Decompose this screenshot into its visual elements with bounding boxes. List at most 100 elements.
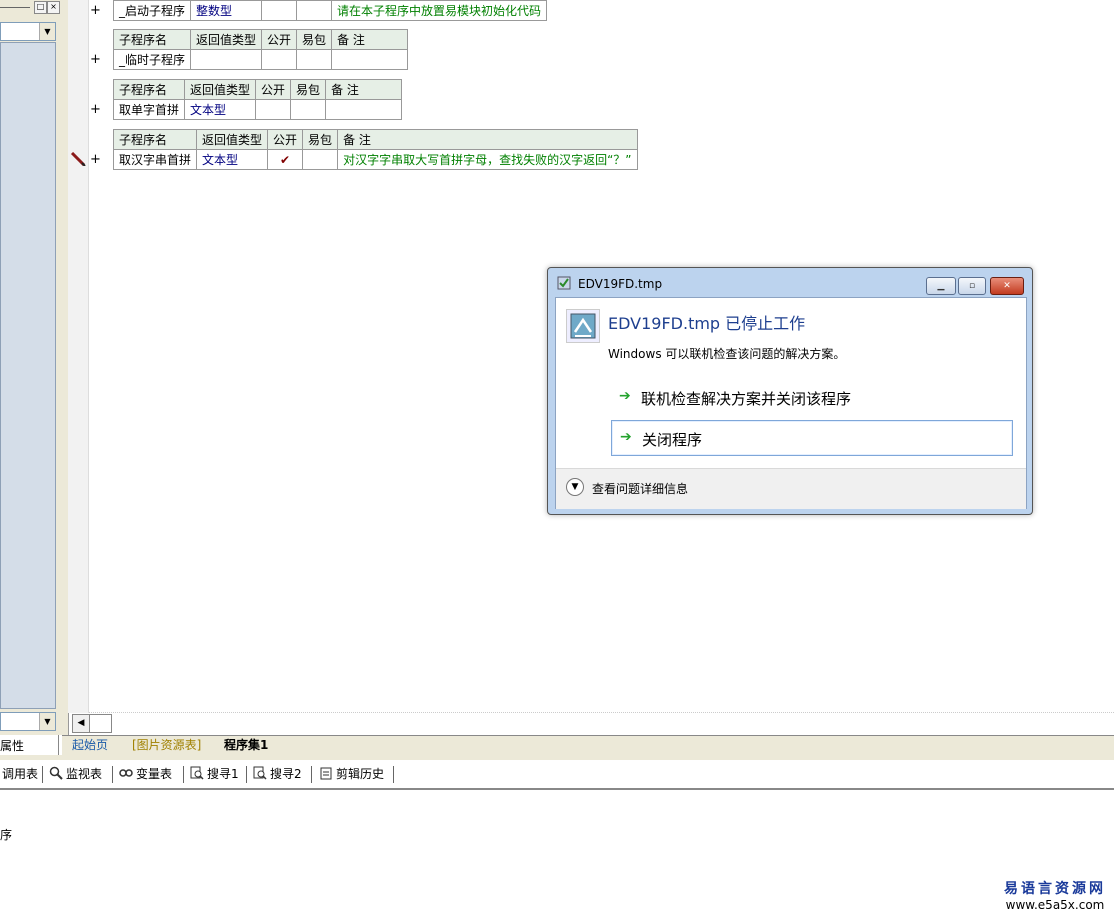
note-cell[interactable] <box>331 49 409 70</box>
maximize-button[interactable]: ▫ <box>958 277 986 295</box>
column-header: 公开 <box>261 29 298 50</box>
minimize-button[interactable]: ▁ <box>926 277 956 295</box>
error-dialog: EDV19FD.tmp ▁ ▫ ✕ EDV19FD.tmp 已停止工作 Wind… <box>547 267 1033 515</box>
chevron-down-icon[interactable]: ▼ <box>566 478 584 496</box>
tab-label: 程序集1 <box>224 738 269 752</box>
tab-watch-table[interactable]: 监视表 <box>49 766 102 783</box>
note-cell[interactable]: 对汉字字串取大写首拼字母，查找失败的汉字返回“？” <box>337 149 638 170</box>
sub-name-cell[interactable]: _启动子程序 <box>112 0 192 21</box>
expand-icon[interactable]: + <box>90 4 101 17</box>
close-panel-icon[interactable]: × <box>47 1 60 14</box>
tab-label: 剪辑历史 <box>336 767 385 781</box>
return-type-cell[interactable]: 整数型 <box>190 0 263 21</box>
easy-pkg-cell[interactable] <box>296 0 333 21</box>
watermark: 易语言资源网 www.e5a5x.com <box>1000 878 1110 912</box>
magnifier-icon <box>49 766 63 780</box>
tab-variable-table[interactable]: 变量表 <box>119 766 172 783</box>
table-row[interactable]: _临时子程序 <box>112 49 409 70</box>
tab-search-1[interactable]: 搜寻1 <box>190 766 239 783</box>
table-header-row: 子程序名 返回值类型 公开 易包 备 注 <box>112 129 638 150</box>
column-header: 返回值类型 <box>196 129 269 150</box>
expand-icon[interactable]: + <box>90 103 101 116</box>
view-details-link[interactable]: 查看问题详细信息 <box>592 480 688 497</box>
tab-clip-history[interactable]: 剪辑历史 <box>319 766 384 783</box>
tab-program-set[interactable]: 程序集1 <box>224 737 268 754</box>
editor-gutter <box>68 0 89 713</box>
column-header: 备 注 <box>325 79 403 100</box>
object-selector[interactable]: ▼ <box>0 22 56 41</box>
dialog-heading: EDV19FD.tmp 已停止工作 <box>608 314 806 333</box>
tab-label: 起始页 <box>72 738 109 752</box>
column-header: 返回值类型 <box>190 29 263 50</box>
horizontal-scrollbar[interactable]: ◀ <box>72 714 112 733</box>
chevron-down-icon[interactable]: ▼ <box>39 23 55 40</box>
expand-icon[interactable]: + <box>90 153 101 166</box>
chevron-down-icon[interactable]: ▼ <box>39 713 55 730</box>
close-button[interactable]: ✕ <box>990 277 1024 295</box>
option-label: 关闭程序 <box>642 431 703 449</box>
sub-name-cell[interactable]: 取单字首拼 <box>112 99 186 120</box>
column-header: 易包 <box>302 129 339 150</box>
tab-start-page[interactable]: 起始页 <box>72 737 108 754</box>
public-cell[interactable]: ✔ <box>267 149 304 170</box>
return-type-cell[interactable]: 文本型 <box>184 99 257 120</box>
expand-icon[interactable]: + <box>90 53 101 66</box>
tab-properties[interactable]: 属性 <box>0 735 59 755</box>
tab-image-resources[interactable]: [图片资源表] <box>132 737 201 754</box>
app-icon <box>557 276 571 290</box>
restore-panel-icon[interactable]: □ <box>34 1 47 14</box>
sub-name-cell[interactable]: 取汉字串首拼 <box>112 149 198 170</box>
edit-pencil-icon <box>70 152 86 166</box>
public-cell[interactable] <box>255 99 292 120</box>
close-program-button[interactable]: ➔ 关闭程序 <box>611 420 1013 456</box>
dialog-subtitle: Windows 可以联机检查该问题的解决方案。 <box>608 347 846 361</box>
separator <box>183 766 184 783</box>
public-cell[interactable] <box>261 49 298 70</box>
tab-call-table[interactable]: 调用表 <box>2 766 38 783</box>
column-header: 返回值类型 <box>184 79 257 100</box>
scroll-left-icon[interactable]: ◀ <box>73 715 90 732</box>
separator <box>393 766 394 783</box>
column-header: 公开 <box>255 79 292 100</box>
easy-pkg-cell[interactable] <box>296 49 333 70</box>
dialog-footer: ▼ 查看问题详细信息 <box>556 468 1026 509</box>
tab-label: 搜寻1 <box>207 767 239 781</box>
program-icon <box>566 309 600 343</box>
tab-label: 监视表 <box>66 767 103 781</box>
dialog-title: EDV19FD.tmp <box>578 277 663 291</box>
column-header: 易包 <box>290 79 327 100</box>
public-cell[interactable] <box>261 0 298 21</box>
table-row[interactable]: 取汉字串首拼 文本型 ✔ 对汉字字串取大写首拼字母，查找失败的汉字返回“？” <box>112 149 638 170</box>
watermark-url: www.e5a5x.com <box>1005 898 1105 912</box>
easy-pkg-cell[interactable] <box>290 99 327 120</box>
column-header: 子程序名 <box>112 129 198 150</box>
table-row[interactable]: _启动子程序 整数型 请在本子程序中放置易模块初始化代码 <box>112 0 548 21</box>
bottom-selector[interactable]: ▼ <box>0 712 56 731</box>
clipboard-icon <box>320 767 332 780</box>
tab-label: 搜寻2 <box>270 767 302 781</box>
tab-properties-label: 属性 <box>0 739 25 753</box>
arrow-right-icon: ➔ <box>620 429 632 445</box>
sub-name-cell[interactable]: _临时子程序 <box>112 49 192 70</box>
note-cell[interactable] <box>325 99 403 120</box>
easy-pkg-cell[interactable] <box>302 149 339 170</box>
check-online-button[interactable]: ➔ 联机检查解决方案并关闭该程序 <box>611 380 1011 414</box>
tab-label: 变量表 <box>136 767 173 781</box>
subroutine-table: 子程序名 返回值类型 公开 易包 备 注 取汉字串首拼 文本型 ✔ 对汉字字串取… <box>112 129 638 170</box>
tab-search-2[interactable]: 搜寻2 <box>253 766 302 783</box>
table-row[interactable]: 取单字首拼 文本型 <box>112 99 403 120</box>
table-header-row: 子程序名 返回值类型 公开 易包 备 注 <box>112 29 409 50</box>
column-header: 子程序名 <box>112 29 192 50</box>
property-list[interactable] <box>0 42 56 709</box>
table-header-row: 子程序名 返回值类型 公开 易包 备 注 <box>112 79 403 100</box>
column-header: 子程序名 <box>112 79 186 100</box>
separator <box>311 766 312 783</box>
return-type-cell[interactable] <box>190 49 263 70</box>
dialog-titlebar[interactable]: EDV19FD.tmp ▁ ▫ ✕ <box>548 268 1032 296</box>
note-cell[interactable]: 请在本子程序中放置易模块初始化代码 <box>331 0 548 21</box>
separator <box>246 766 247 783</box>
return-type-cell[interactable]: 文本型 <box>196 149 269 170</box>
subroutine-table: 子程序名 返回值类型 公开 易包 备 注 _临时子程序 <box>112 29 409 70</box>
output-text: 序 <box>0 828 13 842</box>
arrow-right-icon: ➔ <box>619 388 631 404</box>
